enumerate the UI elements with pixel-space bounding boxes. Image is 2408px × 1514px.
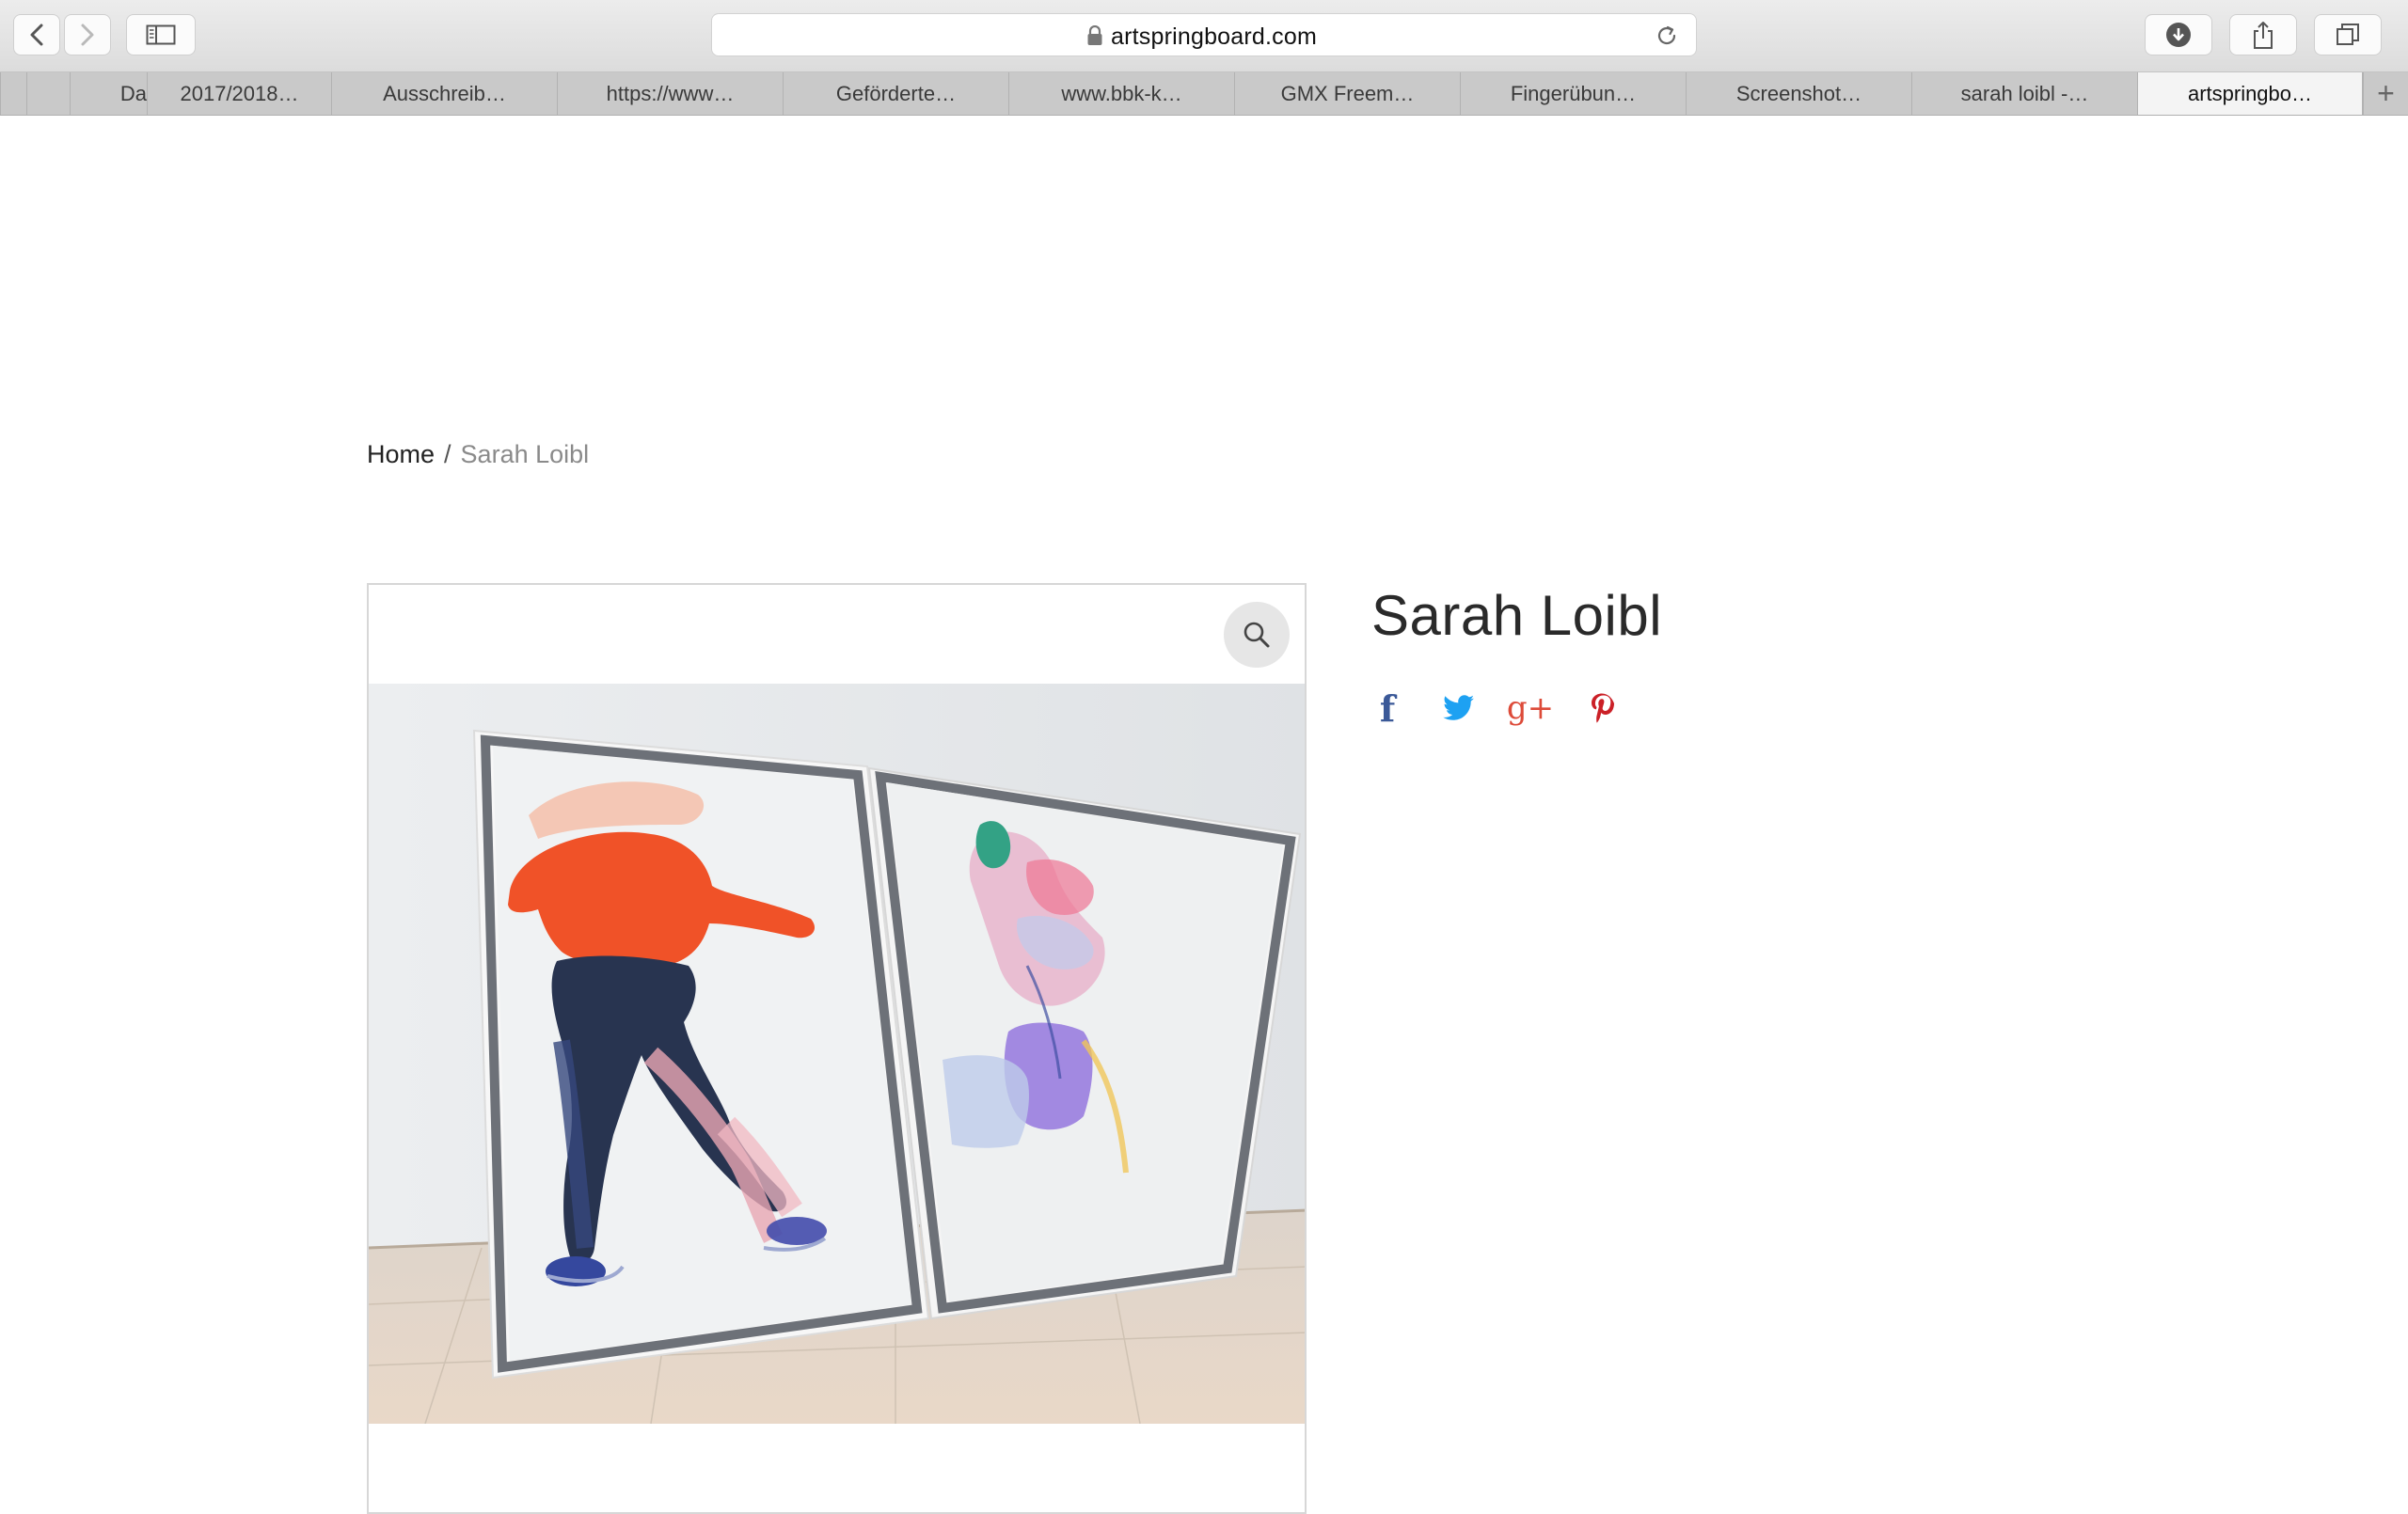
tabs-overview-button[interactable]	[2314, 14, 2382, 55]
tab-item[interactable]: sarah loibl -…	[1911, 72, 2137, 115]
tab-bar: Da 2017/2018… Ausschreib… https://www… G…	[0, 72, 2408, 116]
tab-active[interactable]: artspringbo…	[2137, 72, 2363, 115]
share-icon	[2254, 22, 2273, 49]
twitter-share-link[interactable]	[1441, 689, 1477, 727]
tab-item[interactable]: 2017/2018…	[147, 72, 331, 115]
breadcrumb-current: Sarah Loibl	[460, 440, 590, 468]
facebook-icon: f	[1379, 686, 1396, 730]
tab-item[interactable]: Da	[70, 72, 147, 115]
breadcrumb-separator: /	[444, 440, 452, 468]
pinterest-share-link[interactable]	[1584, 689, 1620, 727]
twitter-icon	[1443, 695, 1475, 720]
sidebar-button[interactable]	[126, 14, 196, 55]
lock-icon	[1087, 25, 1102, 45]
artwork-image[interactable]	[369, 684, 1307, 1424]
tab-item[interactable]: www.bbk-k…	[1008, 72, 1234, 115]
google-plus-share-link[interactable]: g+	[1507, 689, 1554, 727]
breadcrumb: Home / Sarah Loibl	[367, 440, 589, 469]
search-icon	[1244, 622, 1270, 648]
chevron-right-icon	[81, 24, 94, 46]
address-bar[interactable]: artspringboard.com	[711, 13, 1697, 56]
tabs-overview-icon	[2337, 24, 2359, 45]
tab-item[interactable]: Fingerübun…	[1460, 72, 1686, 115]
forward-button[interactable]	[64, 14, 111, 55]
reload-icon[interactable]	[1655, 24, 1679, 48]
url-text: artspringboard.com	[1111, 24, 1317, 50]
back-button[interactable]	[13, 14, 60, 55]
facebook-share-link[interactable]: f	[1370, 686, 1405, 730]
chevron-left-icon	[30, 24, 43, 46]
new-tab-button[interactable]: +	[2363, 72, 2408, 115]
sidebar-icon	[146, 24, 176, 45]
tab-item[interactable]: Screenshot…	[1686, 72, 1911, 115]
product-gallery	[367, 583, 1307, 1514]
tab-item[interactable]: GMX Freem…	[1234, 72, 1460, 115]
tab-item[interactable]: Geförderte…	[783, 72, 1008, 115]
pinterest-icon	[1592, 693, 1614, 723]
tab-item[interactable]: https://www…	[557, 72, 783, 115]
tab-item[interactable]: Ausschreib…	[331, 72, 557, 115]
breadcrumb-home-link[interactable]: Home	[367, 440, 435, 468]
google-plus-icon: g+	[1506, 689, 1555, 727]
gallery-zoom-button[interactable]	[1224, 602, 1290, 668]
tab-pinned[interactable]	[26, 72, 70, 115]
download-icon	[2166, 23, 2191, 47]
tab-pinned[interactable]	[0, 72, 26, 115]
downloads-button[interactable]	[2145, 14, 2212, 55]
product-title: Sarah Loibl	[1371, 584, 1663, 647]
share-button[interactable]	[2229, 14, 2297, 55]
browser-toolbar: artspringboard.com	[0, 0, 2408, 72]
share-links: f g+	[1370, 686, 1656, 730]
